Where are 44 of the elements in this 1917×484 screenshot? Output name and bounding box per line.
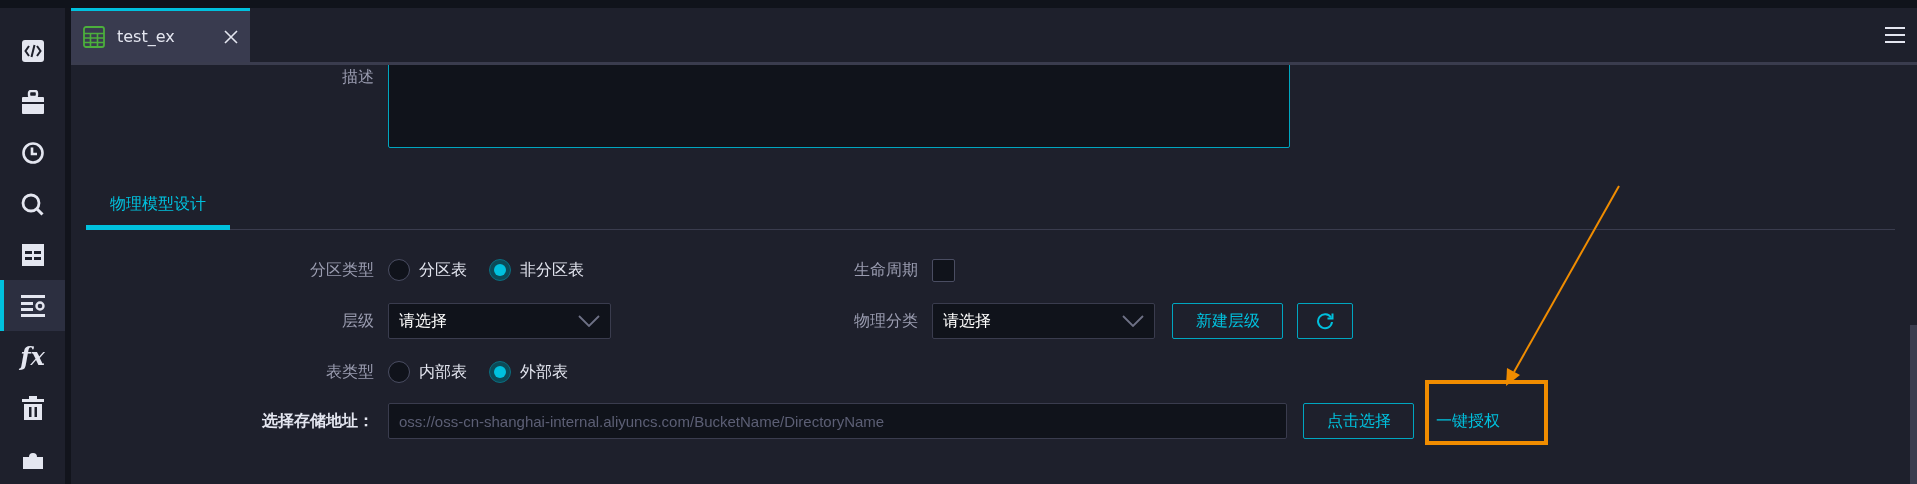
table-icon [21,244,44,266]
radio-label: 外部表 [520,361,568,383]
field-label: 层级 [341,310,374,332]
storage-path-field[interactable]: oss://oss-cn-shanghai-internal.aliyuncs.com/BucketName/DirectoryName [388,403,1287,439]
menu-icon[interactable] [1885,26,1905,44]
field-label: 表类型 [325,361,374,383]
field-label: 生命周期 [853,259,918,281]
briefcase-icon [21,90,44,115]
field-label: 选择存储地址： [261,410,374,432]
radio-label: 内部表 [419,361,467,383]
table-icon [83,25,105,48]
select-button[interactable]: 点击选择 [1303,403,1414,439]
chevron-down-icon [578,315,600,327]
tab-title: test_ex [117,27,176,46]
refresh-icon [1316,312,1334,330]
checkbox[interactable] [932,258,955,282]
field-label: 描述 [341,66,374,88]
file-tab[interactable]: test_ex [71,8,250,62]
radio-button[interactable] [388,259,410,281]
scrollbar-thumb[interactable] [1910,325,1917,484]
chevron-down-icon [1122,315,1144,327]
radio-label: 非分区表 [520,259,584,281]
code-icon [21,40,44,63]
radio-button[interactable] [489,259,511,281]
field-label: 分区类型 [309,259,374,281]
authorize-link[interactable]: 一键授权 [1436,410,1500,432]
trash-icon [21,395,44,420]
section-tab[interactable]: 物理模型设计 [86,194,230,230]
new-level-button[interactable]: 新建层级 [1172,303,1283,339]
category-dropdown[interactable]: 请选择 [932,303,1155,339]
list-icon [20,294,45,317]
clock-icon [21,142,44,165]
level-dropdown[interactable]: 请选择 [388,303,611,339]
search-icon [21,192,44,216]
radio-button[interactable] [489,361,511,383]
sidebar-item[interactable] [0,280,65,332]
sidebar-item[interactable]: fx [0,331,65,383]
description-field[interactable] [388,65,1290,148]
radio-label: 分区表 [419,259,467,281]
radio-button[interactable] [388,361,410,383]
field-label: 物理分类 [853,310,918,332]
refresh-button[interactable] [1297,303,1353,339]
function-icon: fx [20,344,45,369]
close-icon[interactable] [224,29,238,44]
